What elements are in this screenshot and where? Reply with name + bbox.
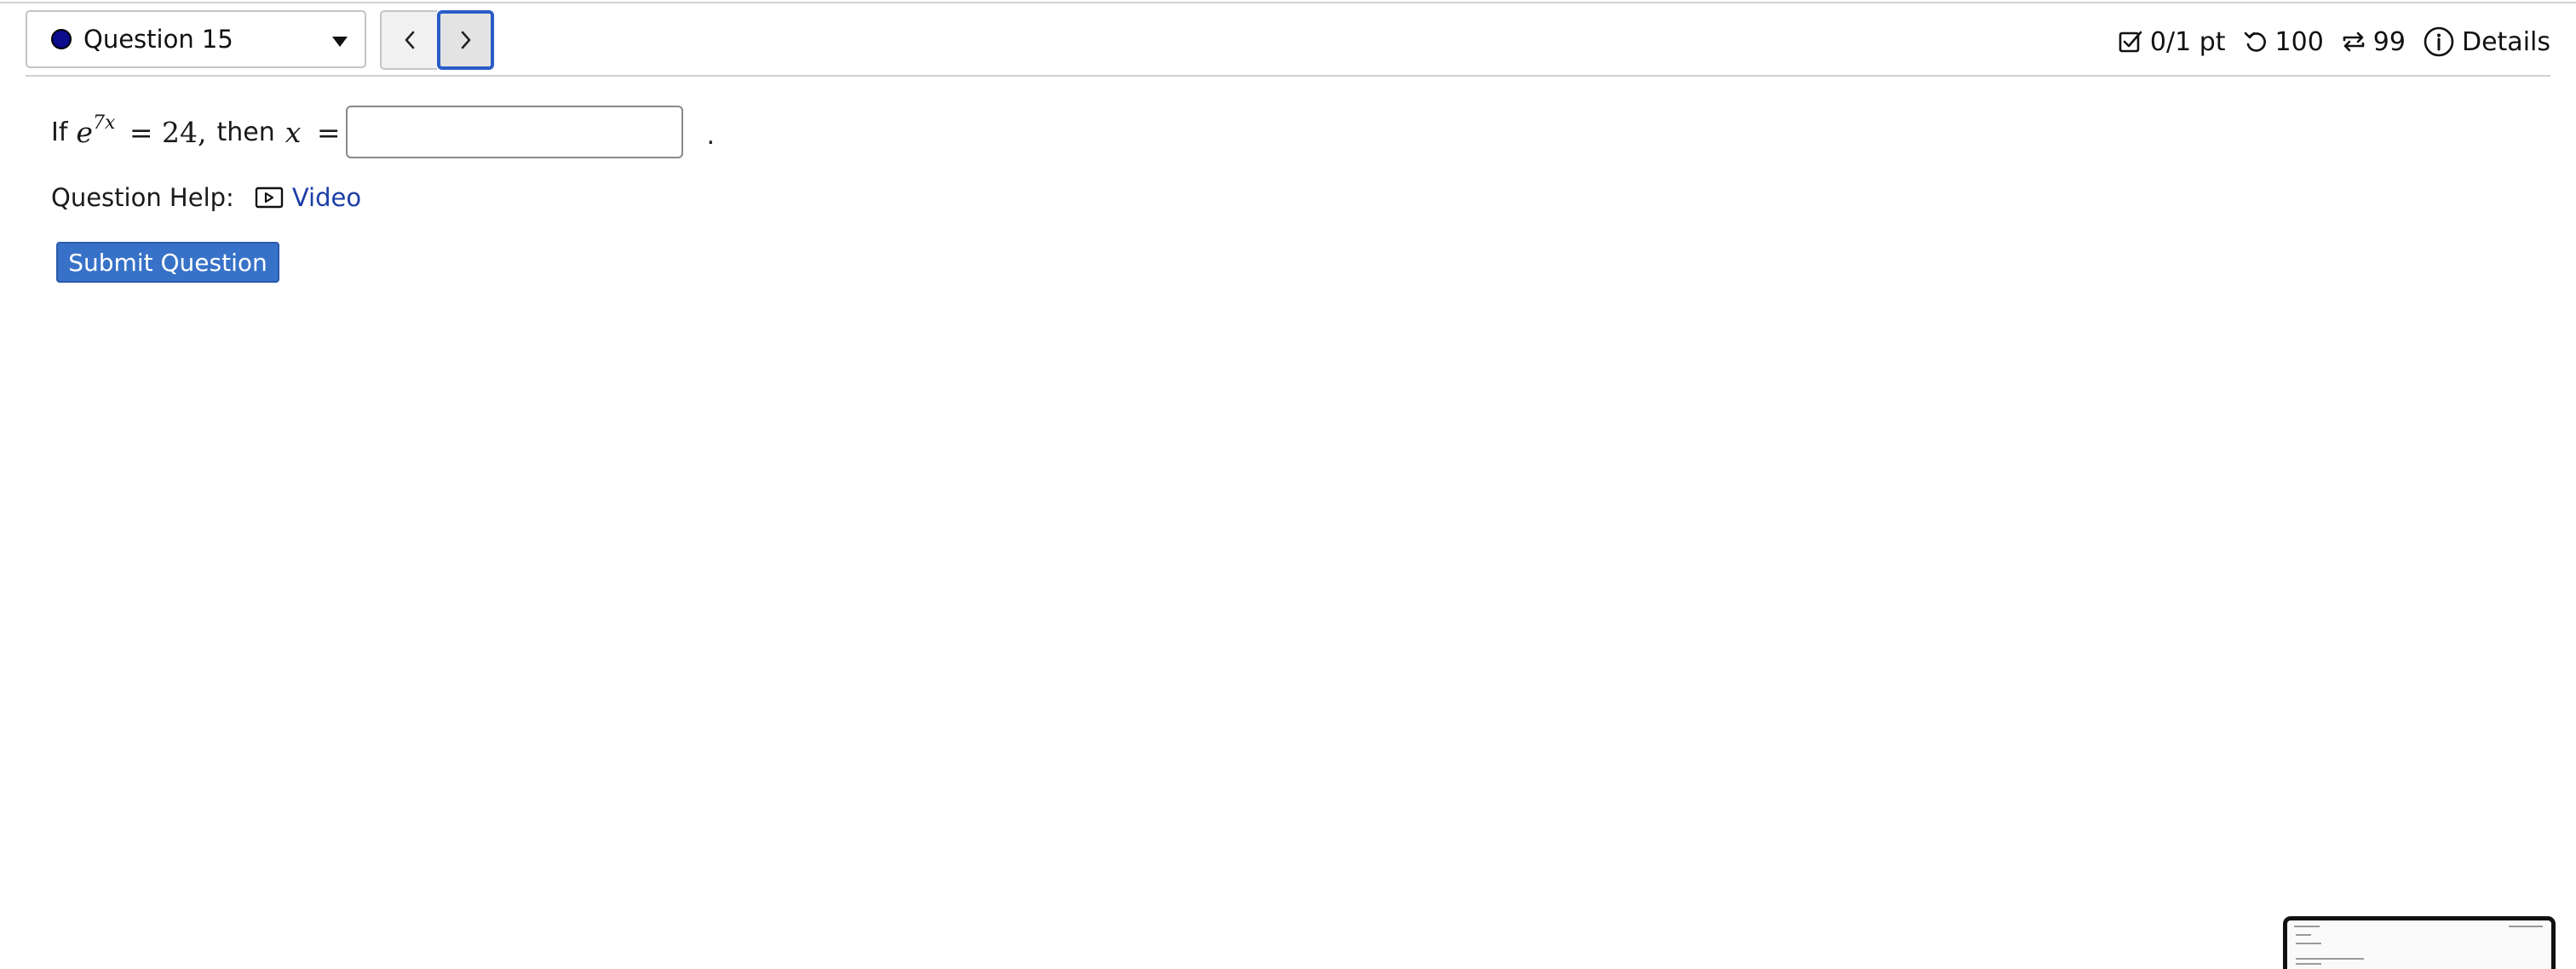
math-variable: x xyxy=(285,115,302,149)
chevron-right-icon xyxy=(461,31,470,49)
next-question-button[interactable] xyxy=(437,10,494,70)
question-prefix: If xyxy=(51,117,68,147)
question-prompt: If e7x = 24, then x = . xyxy=(51,104,715,160)
retries-indicator: 99 xyxy=(2341,27,2406,57)
attempts-text: 100 xyxy=(2274,26,2324,57)
score-text: 0/1 pt xyxy=(2149,26,2226,57)
math-expression: e7x = 24, xyxy=(76,112,207,149)
answer-input[interactable] xyxy=(345,106,683,158)
question-status-dot xyxy=(51,29,72,49)
video-play-icon xyxy=(255,186,284,209)
chevron-left-icon xyxy=(405,31,414,49)
question-select-label: Question 15 xyxy=(83,25,233,54)
details-label: Details xyxy=(2461,26,2550,57)
question-status-bar: 0/1 pt 100 99 Details xyxy=(2118,20,2550,63)
math-variable-expression: x = xyxy=(285,116,341,149)
top-divider xyxy=(0,2,2576,3)
math-rhs: = 24, xyxy=(129,115,207,149)
caret-down-icon xyxy=(332,37,348,47)
video-help-link[interactable]: Video xyxy=(255,183,361,212)
then-word: then xyxy=(216,117,275,147)
checkbox-check-icon xyxy=(2119,31,2142,53)
question-select[interactable]: Question 15 xyxy=(26,10,366,68)
video-help-label: Video xyxy=(291,183,362,212)
retries-text: 99 xyxy=(2372,26,2406,57)
repeat-icon xyxy=(2343,32,2365,52)
score-indicator: 0/1 pt xyxy=(2118,27,2226,57)
question-suffix: . xyxy=(706,120,716,151)
question-nav xyxy=(380,10,494,70)
math-exponent: 7x xyxy=(92,112,116,134)
question-help-label: Question Help: xyxy=(51,183,234,212)
math-equals: = xyxy=(316,115,341,149)
info-icon xyxy=(2424,26,2454,57)
submit-question-button[interactable]: Submit Question xyxy=(56,242,279,283)
details-button[interactable]: Details xyxy=(2423,26,2550,58)
math-base: e xyxy=(76,115,93,149)
question-help: Question Help: Video xyxy=(51,179,361,216)
previous-question-button[interactable] xyxy=(380,10,437,70)
undo-icon xyxy=(2244,32,2266,52)
screen-thumbnail-preview[interactable] xyxy=(2283,916,2556,969)
attempts-indicator: 100 xyxy=(2243,27,2324,57)
header-divider xyxy=(26,75,2550,77)
